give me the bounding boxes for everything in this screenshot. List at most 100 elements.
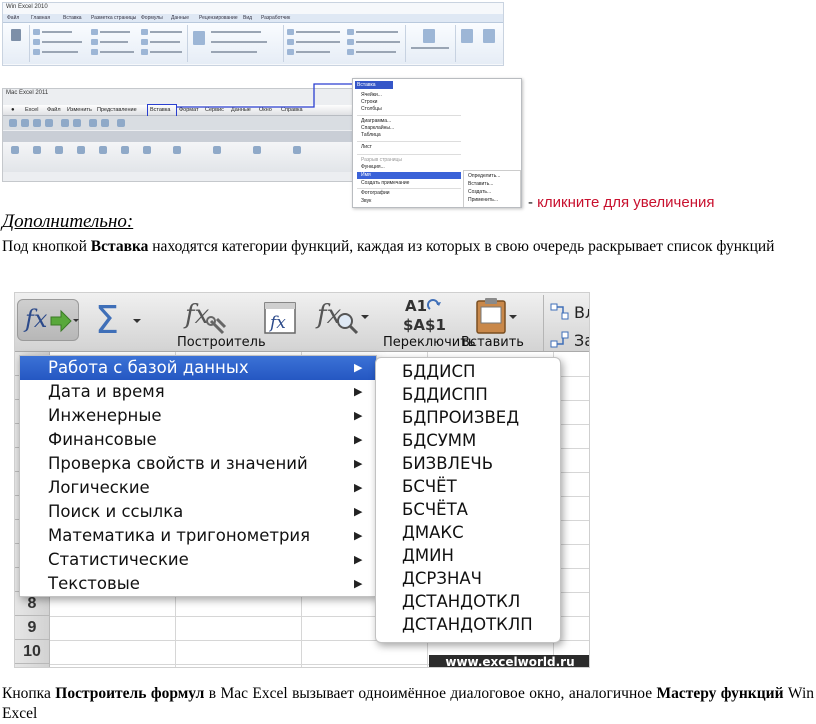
category-date-time[interactable]: Дата и время ▶ bbox=[20, 380, 376, 404]
win-tab: Файл bbox=[7, 15, 20, 21]
function-item[interactable]: ДМИН bbox=[402, 546, 454, 565]
menu-item: Лист bbox=[361, 144, 372, 150]
menu-item: Диаграмма... bbox=[361, 118, 392, 124]
enlarge-hint[interactable]: - кликните для увеличения bbox=[528, 194, 714, 211]
submenu-item: Применить... bbox=[468, 197, 499, 203]
menu-item: Строки bbox=[361, 99, 378, 105]
name-submenu-thumbnail: Определить... Вставить... Создать... При… bbox=[463, 170, 521, 207]
category-label: Математика и тригонометрия bbox=[48, 526, 311, 545]
category-text[interactable]: Текстовые ▶ bbox=[20, 572, 376, 596]
function-search-button[interactable]: fx bbox=[315, 297, 371, 347]
win-tab: Формулы bbox=[141, 15, 163, 21]
submenu-arrow-icon: ▶ bbox=[354, 553, 363, 566]
win-ribbon-tabs: Файл Главная Вставка Разметка страницы Ф… bbox=[3, 14, 503, 22]
autosum-button[interactable]: Σ bbox=[93, 297, 149, 347]
side-label-2: За bbox=[574, 331, 589, 350]
function-icon bbox=[141, 29, 148, 35]
callout-connector bbox=[176, 83, 352, 108]
function-item[interactable]: ДСТАНДОТКЛП bbox=[402, 615, 533, 634]
menu-item: Фотографии bbox=[361, 190, 390, 196]
menu-item: Имя bbox=[361, 172, 371, 178]
ribbon-group bbox=[283, 25, 406, 62]
category-information[interactable]: Проверка свойств и значений ▶ bbox=[20, 452, 376, 476]
toolbar-icon bbox=[45, 119, 53, 127]
submenu-arrow-icon: ▶ bbox=[354, 385, 363, 398]
submenu-arrow-icon: ▶ bbox=[354, 505, 363, 518]
row-number[interactable]: 10 bbox=[15, 640, 49, 664]
svg-text:Σ: Σ bbox=[95, 299, 119, 339]
function-item[interactable]: БДДИСПП bbox=[402, 385, 488, 404]
function-item[interactable]: БСЧЁТ bbox=[402, 477, 457, 496]
section-heading: Дополнительно: bbox=[2, 211, 134, 232]
function-item[interactable]: БДДИСП bbox=[402, 362, 475, 381]
submenu-arrow-icon: ▶ bbox=[354, 529, 363, 542]
formula-builder-button[interactable]: fx Построитель bbox=[173, 297, 266, 350]
category-logical[interactable]: Логические ▶ bbox=[20, 476, 376, 500]
category-financial[interactable]: Финансовые ▶ bbox=[20, 428, 376, 452]
category-database[interactable]: Работа с базой данных ▶ bbox=[20, 356, 376, 380]
trace-icon bbox=[287, 29, 294, 35]
insert-function-button[interactable]: fx bbox=[17, 297, 81, 347]
mac-ribbon-tabs bbox=[3, 131, 359, 142]
menu-item: Разрыв страницы bbox=[361, 157, 402, 163]
function-box-button[interactable]: fx bbox=[261, 297, 301, 347]
function-icon bbox=[91, 29, 98, 35]
category-label: Поиск и ссылка bbox=[48, 502, 184, 521]
trace-dependents-icon[interactable] bbox=[550, 331, 570, 349]
enlarge-link[interactable]: кликните для увеличения bbox=[537, 194, 714, 211]
function-icon bbox=[33, 39, 40, 45]
mac-menu-item: Excel bbox=[25, 107, 39, 113]
ribbon-icon bbox=[253, 146, 261, 154]
function-category-menu: Работа с базой данных ▶ Дата и время ▶ И… bbox=[19, 355, 377, 597]
check-icon bbox=[347, 39, 354, 45]
switch-reference-button[interactable]: A1 $A$1 Переключить bbox=[383, 297, 476, 350]
category-math-trig[interactable]: Математика и тригонометрия ▶ bbox=[20, 524, 376, 548]
function-item[interactable]: БИЗВЛЕЧЬ bbox=[402, 454, 493, 473]
category-lookup[interactable]: Поиск и ссылка ▶ bbox=[20, 500, 376, 524]
function-item[interactable]: БДПРОИЗВЕД bbox=[402, 408, 519, 427]
database-functions-submenu: БДДИСП БДДИСПП БДПРОИЗВЕД БДСУММ БИЗВЛЕЧ… bbox=[375, 357, 561, 643]
function-item[interactable]: ДМАКС bbox=[402, 523, 464, 542]
toolbar-icon bbox=[61, 119, 69, 127]
function-item[interactable]: ДСТАНДОТКЛ bbox=[402, 592, 520, 611]
mac-caption: Mac Excel 2011 bbox=[6, 90, 49, 96]
trace-precedents-icon[interactable] bbox=[550, 303, 570, 321]
dash: - bbox=[528, 194, 533, 211]
svg-text:fx: fx bbox=[183, 300, 210, 330]
function-item[interactable]: БСЧЁТА bbox=[402, 500, 468, 519]
category-statistical[interactable]: Статистические ▶ bbox=[20, 548, 376, 572]
toolbar-icon bbox=[9, 119, 17, 127]
sigma-icon: Σ bbox=[95, 299, 141, 339]
category-label: Логические bbox=[48, 478, 150, 497]
submenu-arrow-icon: ▶ bbox=[354, 457, 363, 470]
function-icon bbox=[33, 29, 40, 35]
trace-icon bbox=[287, 39, 294, 45]
mac-menu-item: Представление bbox=[97, 107, 137, 113]
ribbon-icon bbox=[99, 146, 107, 154]
paste-button[interactable]: Вставить bbox=[455, 297, 527, 350]
category-label: Текстовые bbox=[48, 574, 140, 593]
toolbar-icon bbox=[21, 119, 29, 127]
menu-item: Звук bbox=[361, 198, 372, 204]
paste-label: Вставить bbox=[461, 335, 524, 350]
svg-text:fx: fx bbox=[268, 313, 286, 333]
win-excel-2010-screenshot[interactable]: Win Excel 2010 Файл Главная Вставка Разм… bbox=[2, 2, 504, 66]
category-engineering[interactable]: Инженерные ▶ bbox=[20, 404, 376, 428]
paragraph-insert-categories: Под кнопкой Вставка находятся категории … bbox=[2, 238, 775, 255]
ribbon-icon bbox=[293, 146, 301, 154]
function-icon bbox=[91, 39, 98, 45]
category-label: Финансовые bbox=[48, 430, 157, 449]
mac-toolbar bbox=[3, 116, 359, 130]
category-label: Инженерные bbox=[48, 406, 162, 425]
toolbar-icon bbox=[73, 119, 81, 127]
ref-icon-top: A1 bbox=[405, 297, 428, 315]
function-item[interactable]: БДСУММ bbox=[402, 431, 476, 450]
ribbon-group bbox=[187, 25, 284, 62]
win-tab: Данные bbox=[171, 15, 190, 21]
insert-keyword: Вставка bbox=[90, 238, 149, 255]
win-tab: Вид bbox=[243, 15, 253, 21]
win-tab: Разработчик bbox=[261, 15, 291, 21]
function-item[interactable]: ДСРЗНАЧ bbox=[402, 569, 482, 588]
toolbar-icon bbox=[117, 119, 125, 127]
row-number[interactable]: 9 bbox=[15, 616, 49, 640]
